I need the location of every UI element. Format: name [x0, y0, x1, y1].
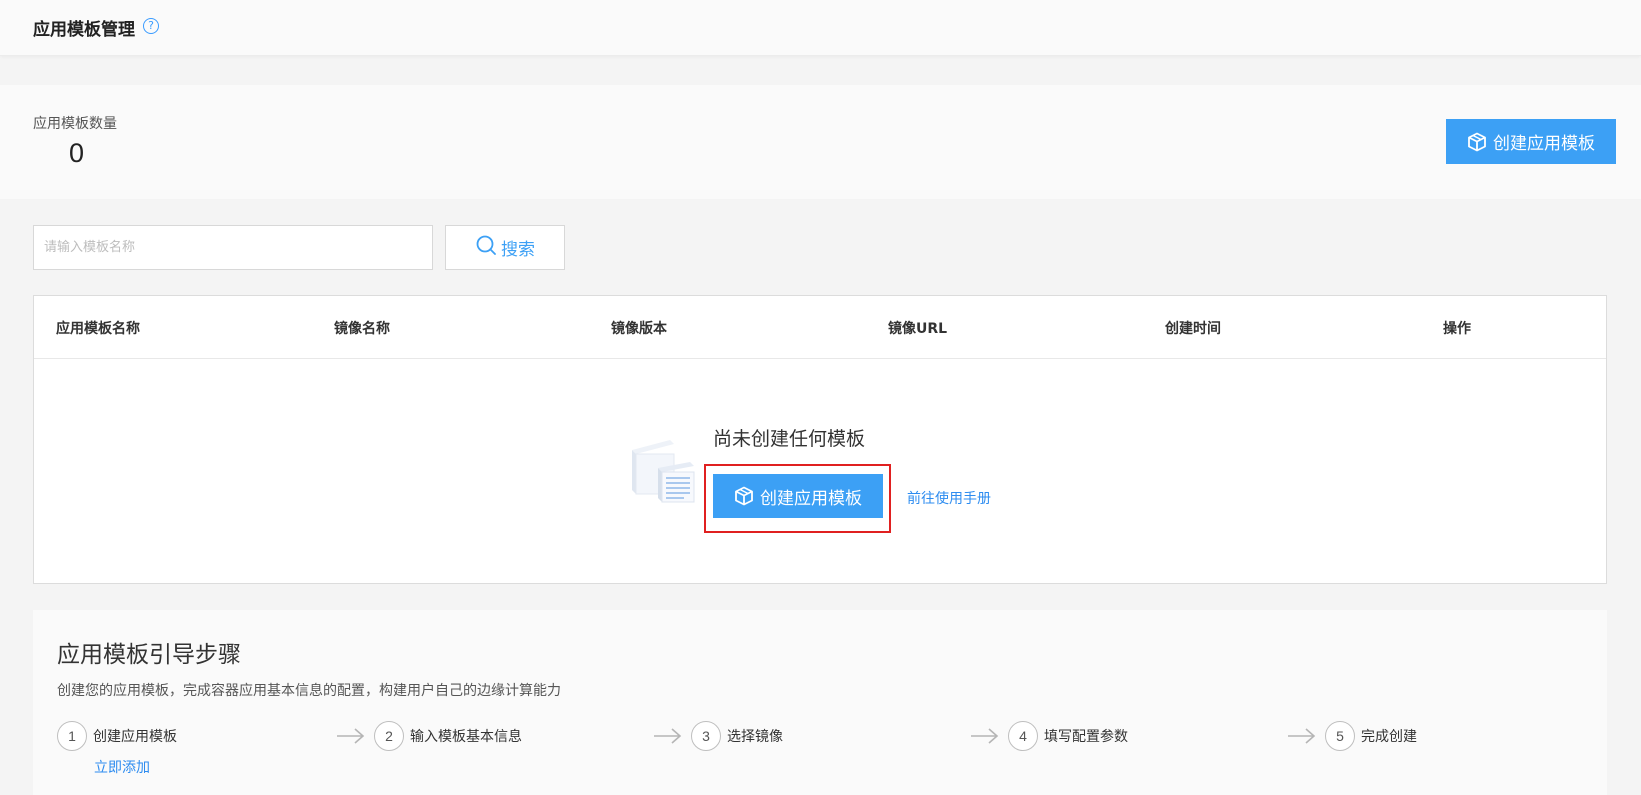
guide-step-3: 3 选择镜像: [691, 720, 783, 752]
column-header-image-name: 镜像名称: [334, 321, 390, 337]
column-header-created-time: 创建时间: [1165, 321, 1221, 337]
guide-panel: 应用模板引导步骤 创建您的应用模板，完成容器应用基本信息的配置，构建用户自己的边…: [33, 610, 1607, 795]
step-label: 创建应用模板: [93, 729, 177, 745]
arrow-right-icon: [1287, 727, 1317, 749]
arrow-right-icon: [336, 727, 366, 749]
guide-title: 应用模板引导步骤: [57, 642, 241, 668]
create-template-label: 创建应用模板: [1493, 134, 1595, 154]
create-template-button[interactable]: 创建应用模板: [1446, 119, 1616, 164]
page-title: 应用模板管理: [33, 20, 135, 40]
step-label: 选择镜像: [727, 729, 783, 745]
add-now-link[interactable]: 立即添加: [94, 757, 150, 777]
column-header-actions: 操作: [1443, 321, 1471, 337]
guide-step-5: 5 完成创建: [1325, 720, 1417, 752]
template-name-search-input[interactable]: [33, 225, 433, 270]
step-label: 输入模板基本信息: [410, 729, 522, 745]
arrow-right-icon: [970, 727, 1000, 749]
step-number: 4: [1008, 721, 1038, 751]
guide-description: 创建您的应用模板，完成容器应用基本信息的配置，构建用户自己的边缘计算能力: [57, 683, 561, 699]
step-number: 2: [374, 721, 404, 751]
guide-step-4: 4 填写配置参数: [1008, 720, 1128, 752]
question-circle-icon[interactable]: ?: [143, 18, 159, 34]
empty-create-template-label: 创建应用模板: [760, 488, 862, 509]
empty-create-template-button[interactable]: 创建应用模板: [713, 474, 883, 518]
search-button[interactable]: 搜索: [445, 225, 565, 270]
search-icon: [475, 234, 497, 261]
step-label: 填写配置参数: [1044, 729, 1128, 745]
guide-step-2: 2 输入模板基本信息: [374, 720, 522, 752]
cube-icon: [1467, 132, 1487, 152]
step-number: 5: [1325, 721, 1355, 751]
table-header: 应用模板名称 镜像名称 镜像版本 镜像URL 创建时间 操作: [34, 296, 1606, 359]
cube-icon: [734, 486, 754, 506]
guide-step-1: 1 创建应用模板: [57, 720, 177, 752]
step-number: 1: [57, 721, 87, 751]
search-button-label: 搜索: [501, 240, 535, 259]
template-table: 应用模板名称 镜像名称 镜像版本 镜像URL 创建时间 操作 尚未创建任何模板: [33, 295, 1607, 584]
empty-state-message: 尚未创建任何模板: [713, 428, 866, 450]
column-header-template-name: 应用模板名称: [56, 321, 140, 337]
user-manual-link[interactable]: 前往使用手册: [907, 488, 991, 508]
column-header-image-url: 镜像URL: [888, 321, 948, 337]
top-bar: 应用模板管理 ?: [0, 0, 1641, 56]
template-count-value: 0: [69, 138, 85, 168]
empty-documents-icon: [628, 438, 696, 508]
step-number: 3: [691, 721, 721, 751]
template-count-label: 应用模板数量: [33, 116, 117, 132]
arrow-right-icon: [653, 727, 683, 749]
stats-panel: 应用模板数量 0 创建应用模板: [0, 85, 1641, 199]
column-header-image-version: 镜像版本: [611, 321, 667, 337]
step-label: 完成创建: [1361, 729, 1417, 745]
